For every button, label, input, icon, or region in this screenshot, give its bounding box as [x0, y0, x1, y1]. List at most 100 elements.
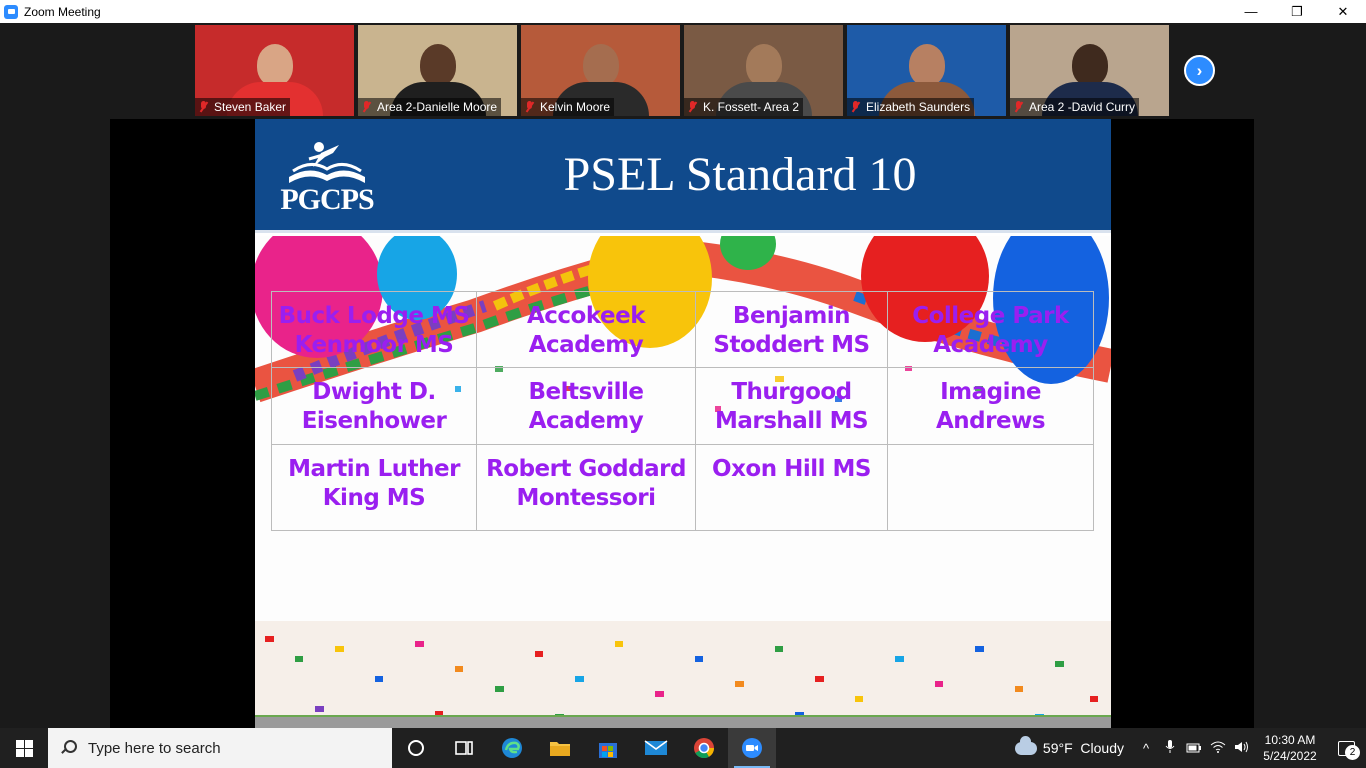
- search-input[interactable]: [88, 739, 368, 757]
- muted-mic-icon: [1014, 101, 1023, 113]
- participant-name-bar: Area 2 -David Curry: [1010, 98, 1140, 116]
- weather-widget[interactable]: 59°F Cloudy: [1014, 735, 1124, 756]
- close-button[interactable]: ✕: [1320, 0, 1366, 23]
- participant-name: Area 2 -David Curry: [1029, 100, 1136, 114]
- school-name-line: Accokeek: [526, 303, 646, 329]
- edge-browser-icon[interactable]: [488, 728, 536, 768]
- cortana-icon[interactable]: [392, 728, 440, 768]
- taskbar-search-box[interactable]: [48, 728, 392, 768]
- school-name-line: King MS: [322, 485, 426, 511]
- minimize-button[interactable]: —: [1228, 0, 1274, 23]
- search-icon: [60, 740, 77, 756]
- participant-tile[interactable]: Area 2 -David Curry: [1010, 25, 1169, 116]
- shared-screen: PGCPS PSEL Standard 10 Buck Lodge MS Ken…: [110, 119, 1254, 728]
- battery-icon[interactable]: [1182, 741, 1206, 756]
- taskbar-clock[interactable]: 10:30 AM 5/24/2022: [1254, 732, 1326, 764]
- participant-tile[interactable]: Elizabeth Saunders: [847, 25, 1006, 116]
- school-name-line: Marshall MS: [714, 408, 869, 434]
- participant-tile[interactable]: Steven Baker: [195, 25, 354, 116]
- next-page-button[interactable]: ›: [1184, 55, 1215, 86]
- school-name-line: Montessori: [516, 485, 656, 511]
- window-titlebar: Zoom Meeting — ❐ ✕: [0, 0, 1366, 23]
- clock-time: 10:30 AM: [1264, 733, 1316, 747]
- zoom-taskbar-icon[interactable]: [728, 728, 776, 768]
- school-name-line: Academy: [933, 332, 1048, 358]
- school-cell: [888, 445, 1094, 531]
- school-cell: Benjamin Stoddert MS: [696, 291, 888, 368]
- presentation-slide: PGCPS PSEL Standard 10 Buck Lodge MS Ken…: [255, 119, 1111, 728]
- school-cell: Martin Luther King MS: [271, 445, 477, 531]
- file-explorer-icon[interactable]: [536, 728, 584, 768]
- microsoft-store-icon[interactable]: [584, 728, 632, 768]
- school-name-line: Buck Lodge MS: [278, 303, 470, 329]
- school-cell: Accokeek Academy: [477, 291, 696, 368]
- participant-tile[interactable]: Kelvin Moore: [521, 25, 680, 116]
- chrome-icon[interactable]: [680, 728, 728, 768]
- school-name-line: Eisenhower: [301, 408, 447, 434]
- slide-footer-bar: [255, 715, 1111, 728]
- school-cell: College Park Academy: [888, 291, 1094, 368]
- school-cell: Thurgood Marshall MS: [696, 368, 888, 445]
- school-name-line: Stoddert MS: [713, 332, 870, 358]
- cloud-icon: [1014, 735, 1037, 755]
- volume-icon[interactable]: [1230, 741, 1254, 756]
- start-button[interactable]: [0, 728, 48, 768]
- participant-name: Steven Baker: [214, 100, 287, 114]
- participant-name: Area 2-Danielle Moore: [377, 100, 498, 114]
- participant-tile[interactable]: K. Fossett- Area 2: [684, 25, 843, 116]
- participant-name: Elizabeth Saunders: [866, 100, 971, 114]
- slide-title: PSEL Standard 10: [563, 148, 917, 201]
- participant-gallery-strip: Steven Baker Area 2-Danielle Moore Kelvin …: [195, 25, 1169, 116]
- notification-center-button[interactable]: 2: [1326, 728, 1366, 768]
- mail-icon[interactable]: [632, 728, 680, 768]
- windows-taskbar: 59°F Cloudy ^ 10:30 AM 5/24/2022 2: [0, 728, 1366, 768]
- school-name-line: Academy: [528, 332, 644, 358]
- school-name-line: Imagine: [940, 379, 1041, 405]
- muted-mic-icon: [525, 101, 534, 113]
- participant-name-bar: K. Fossett- Area 2: [684, 98, 804, 116]
- school-cell: Buck Lodge MS Kenmoor MS: [271, 291, 477, 368]
- meeting-area: Steven Baker Area 2-Danielle Moore Kelvin …: [0, 23, 1366, 728]
- school-table: Buck Lodge MS Kenmoor MS Accokeek Academy Be…: [271, 291, 1094, 531]
- school-name-line: Thurgood: [731, 379, 852, 405]
- school-name-line: Dwight D.: [312, 379, 436, 405]
- participant-name: K. Fossett- Area 2: [703, 100, 800, 114]
- school-name-line: Oxon Hill MS: [712, 456, 871, 482]
- system-tray: 59°F Cloudy ^ 10:30 AM 5/24/2022 2: [1014, 728, 1366, 768]
- school-cell: Robert Goddard Montessori: [477, 445, 696, 531]
- restore-button[interactable]: ❐: [1274, 0, 1320, 23]
- muted-mic-icon: [851, 101, 860, 113]
- window-title: Zoom Meeting: [24, 4, 101, 19]
- participant-name-bar: Area 2-Danielle Moore: [358, 98, 502, 116]
- school-cell: Oxon Hill MS: [696, 445, 888, 531]
- pgcps-logo: PGCPS: [279, 137, 375, 217]
- school-name-line: Academy: [528, 408, 644, 434]
- school-cell: Imagine Andrews: [888, 368, 1094, 445]
- participant-tile[interactable]: Area 2-Danielle Moore: [358, 25, 517, 116]
- participant-name-bar: Steven Baker: [195, 98, 291, 116]
- school-cell: Beltsville Academy: [477, 368, 696, 445]
- weather-text: 59°F Cloudy: [1042, 740, 1124, 756]
- slide-header: PGCPS PSEL Standard 10: [255, 119, 1111, 233]
- chevron-up-icon[interactable]: ^: [1134, 741, 1158, 756]
- school-name-line: College Park: [912, 303, 1069, 329]
- school-name-line: Robert Goddard: [486, 456, 686, 482]
- participant-name-bar: Elizabeth Saunders: [847, 98, 975, 116]
- windows-logo-icon: [15, 739, 33, 757]
- school-name-line: Andrews: [935, 408, 1046, 434]
- microphone-icon[interactable]: [1158, 739, 1182, 757]
- school-name-line: Kenmoor MS: [294, 332, 454, 358]
- participant-name-bar: Kelvin Moore: [521, 98, 615, 116]
- logo-text: PGCPS: [280, 183, 374, 216]
- notification-count-badge: 2: [1345, 745, 1360, 760]
- muted-mic-icon: [362, 101, 371, 113]
- muted-mic-icon: [688, 101, 697, 113]
- school-name-line: Martin Luther: [288, 456, 460, 482]
- task-view-icon[interactable]: [440, 728, 488, 768]
- participant-name: Kelvin Moore: [540, 100, 611, 114]
- book-figure-icon: [289, 142, 365, 183]
- wifi-icon[interactable]: [1206, 741, 1230, 756]
- school-cell: Dwight D. Eisenhower: [271, 368, 477, 445]
- zoom-app-icon: [4, 4, 18, 19]
- muted-mic-icon: [199, 101, 208, 113]
